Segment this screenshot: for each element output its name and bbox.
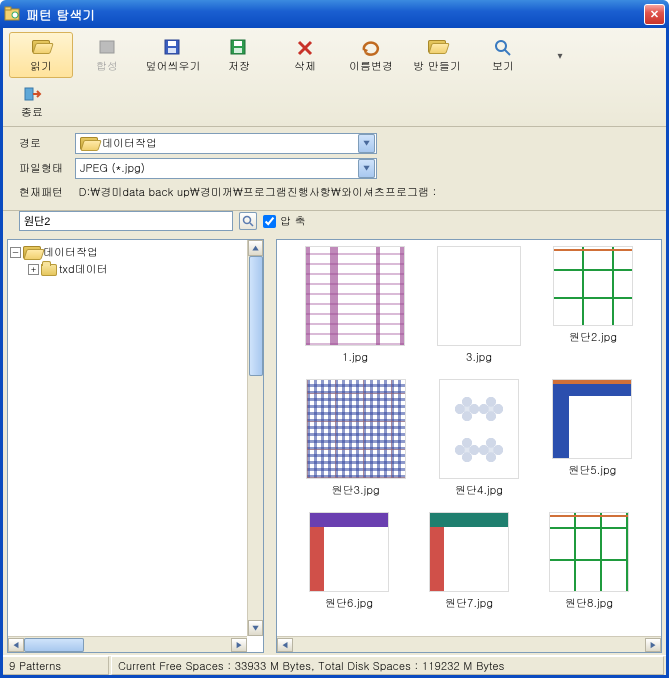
close-button[interactable]: ✕: [644, 4, 665, 25]
pattern-preview: [305, 246, 405, 346]
path-dropdown[interactable]: 데이터작업 ▼: [75, 133, 377, 154]
rename-button[interactable]: 이름변경: [339, 32, 403, 78]
tree-root[interactable]: − 데이터작업: [10, 244, 261, 261]
compose-icon: [96, 37, 118, 57]
filetype-dropdown[interactable]: JPEG (*.jpg) ▼: [75, 158, 377, 179]
thumbnail-item[interactable]: 원단8.jpg: [549, 512, 629, 611]
make-room-button[interactable]: 방 만들기: [405, 32, 469, 78]
exit-icon: [21, 83, 43, 103]
thumbnail-item[interactable]: 원단3.jpg: [306, 379, 406, 498]
chevron-down-icon[interactable]: ▼: [358, 159, 375, 178]
overwrite-button[interactable]: 덮어씌우기: [141, 32, 205, 78]
thumbnail-item[interactable]: 원단7.jpg: [429, 512, 509, 611]
current-path: D:\경미data back up\경미꺼\프로그램진행사항\와이셔츠프로그램 …: [79, 185, 437, 200]
pattern-preview: [306, 379, 406, 479]
view-button[interactable]: 보기: [471, 32, 535, 78]
magnifier-icon: [492, 37, 514, 57]
folder-icon: [41, 264, 57, 276]
save-overwrite-icon: [162, 37, 184, 57]
thumbnail-item[interactable]: 원단5.jpg: [552, 379, 632, 498]
tree-child[interactable]: + txd데이터: [28, 261, 261, 278]
scrollbar-horizontal[interactable]: ◀ ▶: [8, 636, 247, 652]
magnifier-icon: [242, 215, 254, 227]
collapse-icon[interactable]: −: [10, 247, 21, 258]
filetype-label: 파일형태: [19, 161, 75, 176]
scroll-left-icon[interactable]: ◀: [277, 638, 293, 652]
app-icon: [4, 6, 20, 22]
pattern-preview: [439, 379, 519, 479]
scrollbar-horizontal[interactable]: ◀ ▶: [277, 636, 661, 652]
search-button[interactable]: [239, 212, 257, 230]
compose-button[interactable]: 합성: [75, 32, 139, 78]
scrollbar-vertical[interactable]: ▲ ▼: [247, 240, 263, 636]
delete-button[interactable]: 삭제: [273, 32, 337, 78]
status-disk: Current Free Spaces : 33933 M Bytes, Tot…: [111, 656, 664, 675]
compress-checkbox[interactable]: 압 축: [263, 214, 306, 229]
splitter[interactable]: [268, 239, 272, 653]
rename-icon: [360, 37, 382, 57]
folder-tree[interactable]: − 데이터작업 + txd데이터 ▲ ▼ ◀: [7, 239, 264, 653]
read-button[interactable]: 읽기: [9, 32, 73, 78]
view-dropdown-button[interactable]: ▾: [537, 32, 583, 78]
search-input[interactable]: [19, 211, 233, 231]
save-icon: [228, 37, 250, 57]
pattern-preview: [549, 512, 629, 592]
search-row: 압 축: [3, 211, 666, 237]
path-label: 경로: [19, 136, 75, 151]
save-button[interactable]: 저장: [207, 32, 271, 78]
status-count: 9 Patterns: [3, 656, 109, 675]
thumbnail-panel[interactable]: 1.jpg 3.jpg 원단2.jpg 원단3.jpg: [276, 239, 662, 653]
thumbnail-item[interactable]: 1.jpg: [305, 246, 405, 365]
delete-icon: [294, 37, 316, 57]
toolbar: 읽기 합성 덮어씌우기 저장 삭제 이름변경: [3, 28, 666, 127]
thumbnail-item[interactable]: 원단6.jpg: [309, 512, 389, 611]
window-title: 패턴 탐색기: [26, 5, 644, 24]
pattern-preview: [553, 246, 633, 326]
folder-open-icon: [30, 37, 52, 57]
scroll-thumb[interactable]: [24, 638, 84, 652]
scroll-up-icon[interactable]: ▲: [248, 240, 263, 256]
scroll-left-icon[interactable]: ◀: [8, 638, 24, 652]
scroll-thumb[interactable]: [249, 256, 263, 376]
current-pattern-label: 현재패턴: [19, 185, 75, 200]
thumbnail-item[interactable]: 원단2.jpg: [553, 246, 633, 365]
scroll-down-icon[interactable]: ▼: [248, 620, 263, 636]
thumbnail-item[interactable]: 3.jpg: [437, 246, 521, 365]
folder-open-icon: [80, 137, 98, 150]
pattern-preview: [552, 379, 632, 459]
exit-button[interactable]: 종료: [9, 78, 55, 124]
pattern-preview: [429, 512, 509, 592]
form-area: 경로 데이터작업 ▼ 파일형태 JPEG (*.jpg) ▼ 현재패턴 D:\경…: [3, 127, 666, 211]
thumbnail-item[interactable]: 원단4.jpg: [439, 379, 519, 498]
titlebar[interactable]: 패턴 탐색기 ✕: [0, 0, 669, 28]
status-bar: 9 Patterns Current Free Spaces : 33933 M…: [3, 655, 666, 675]
expand-icon[interactable]: +: [28, 264, 39, 275]
folder-new-icon: [426, 37, 448, 57]
scroll-right-icon[interactable]: ▶: [645, 638, 661, 652]
pattern-preview: [437, 246, 521, 346]
folder-open-icon: [23, 246, 41, 259]
scroll-right-icon[interactable]: ▶: [231, 638, 247, 652]
pattern-preview: [309, 512, 389, 592]
chevron-down-icon[interactable]: ▼: [358, 134, 375, 153]
chevron-down-icon: ▾: [549, 45, 571, 65]
